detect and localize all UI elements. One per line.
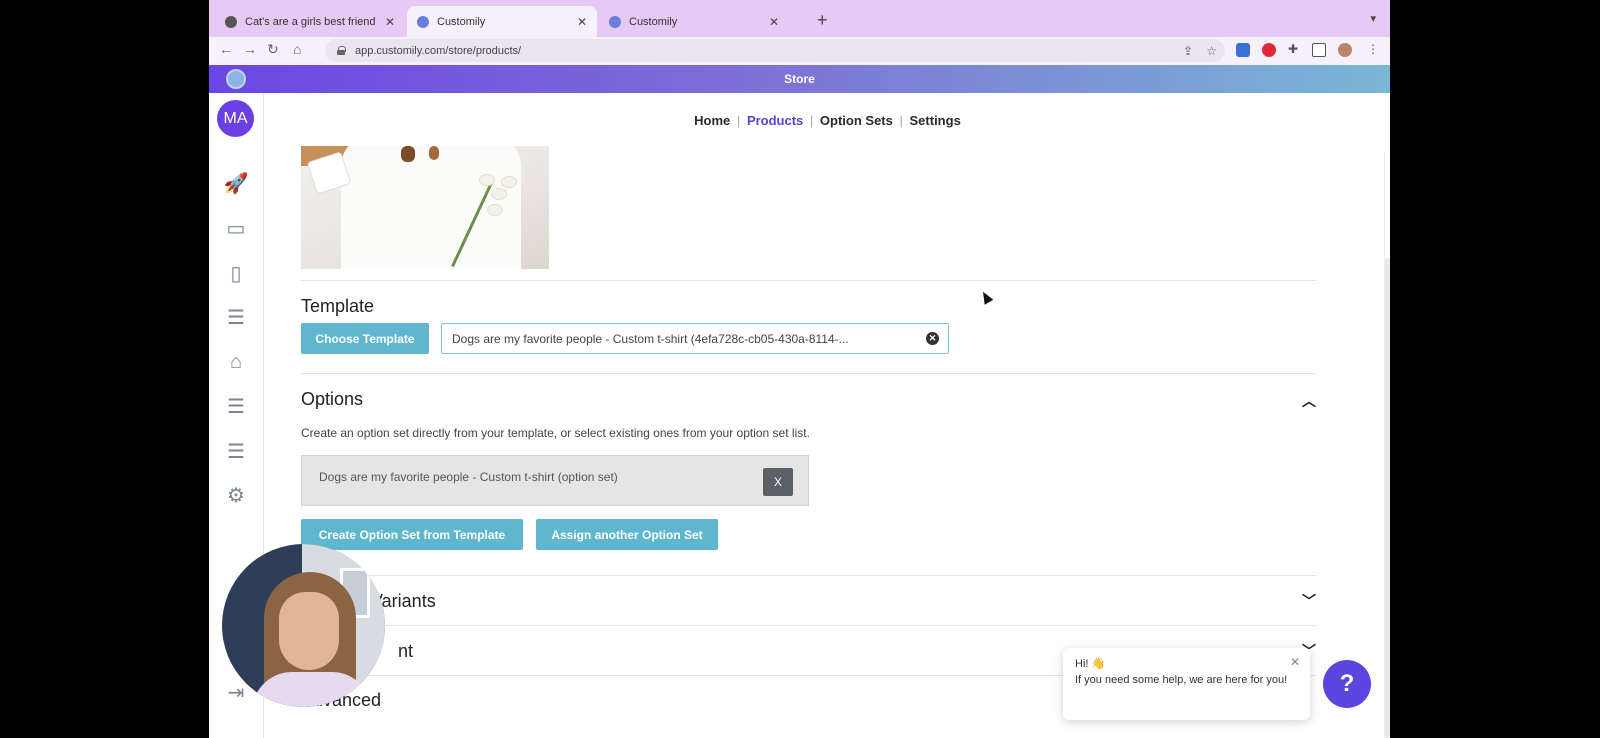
template-selected-value: Dogs are my favorite people - Custom t-s… — [452, 331, 849, 346]
chat-popup: Hi! 👋 If you need some help, we are here… — [1063, 648, 1310, 720]
nav-home[interactable]: Home — [694, 113, 730, 128]
share-icon[interactable]: ⇪ — [1183, 44, 1193, 58]
rocket-beta-icon[interactable]: 🚀 — [223, 170, 249, 196]
variants-expand-chevron-down-icon[interactable]: ﹀ — [1302, 591, 1316, 611]
store-nav: Home | Products | Option Sets | Settings — [265, 113, 1390, 128]
user-avatar[interactable]: MA — [217, 100, 254, 137]
divider — [301, 280, 1316, 281]
orders-list-icon[interactable]: ☰ — [223, 393, 249, 419]
pinterest-extension-icon[interactable] — [1262, 43, 1276, 57]
close-chat-icon[interactable]: ✕ — [1290, 654, 1300, 670]
divider — [301, 373, 1316, 374]
chat-message: If you need some help, we are here for y… — [1075, 674, 1288, 686]
assigned-option-set: Dogs are my favorite people - Custom t-s… — [301, 455, 809, 506]
tab-customily[interactable]: Customily ✕ — [599, 6, 789, 37]
translate-extension-icon[interactable] — [1236, 43, 1250, 57]
reload-icon[interactable]: ↻ — [267, 41, 279, 58]
customily-favicon-icon — [609, 15, 621, 28]
chat-greeting: Hi! 👋 — [1075, 658, 1106, 670]
tab-customily-active[interactable]: Customily ✕ — [407, 6, 597, 37]
nav-separator: | — [899, 113, 903, 128]
customily-favicon-icon — [417, 15, 429, 28]
new-tab-button[interactable]: + — [817, 10, 828, 31]
tab-title: Customily — [629, 15, 678, 28]
app-header: Store — [209, 65, 1390, 93]
close-tab-icon[interactable]: ✕ — [577, 15, 587, 29]
choose-template-button[interactable]: Choose Template — [301, 323, 429, 354]
product-image — [301, 146, 549, 269]
nav-separator: | — [736, 113, 741, 128]
options-collapse-chevron-up-icon[interactable]: ︿ — [1302, 391, 1316, 411]
nav-settings[interactable]: Settings — [910, 113, 961, 128]
partial-section-title[interactable]: nt — [398, 641, 413, 662]
option-list-icon[interactable]: ☰ — [223, 438, 249, 464]
profile-avatar[interactable] — [1338, 43, 1352, 57]
address-bar[interactable]: app.customily.com/store/products/ ⇪ ☆ — [325, 39, 1225, 62]
book-icon[interactable]: ▯ — [223, 260, 249, 286]
forward-arrow-icon[interactable]: → — [243, 41, 257, 57]
back-arrow-icon[interactable]: ← — [219, 41, 233, 57]
bookmark-star-icon[interactable]: ☆ — [1206, 44, 1217, 58]
lock-icon — [337, 46, 346, 55]
settings-gear-icon[interactable]: ⚙ — [223, 482, 249, 508]
options-section-title: Options — [301, 389, 364, 409]
main-content: Home | Products | Option Sets | Settings… — [265, 93, 1390, 738]
side-panel-icon[interactable] — [1312, 43, 1326, 57]
options-help-text: Create an option set directly from your … — [301, 426, 810, 440]
help-chat-button[interactable]: ? — [1323, 660, 1371, 708]
browser-toolbar: ← → ↻ ⌂ app.customily.com/store/products… — [209, 37, 1390, 65]
assigned-option-set-label: Dogs are my favorite people - Custom t-s… — [319, 470, 618, 484]
url-text: app.customily.com/store/products/ — [355, 44, 522, 57]
tab-title: Cat's are a girls best friend - C — [245, 15, 379, 28]
globe-icon — [225, 15, 237, 28]
tab-title: Customily — [437, 15, 486, 28]
browser-window: Cat's are a girls best friend - C ✕ Cust… — [209, 0, 1390, 738]
nav-separator: | — [809, 113, 814, 128]
tab-cats[interactable]: Cat's are a girls best friend - C ✕ — [215, 6, 405, 37]
store-icon[interactable]: ⌂ — [223, 349, 249, 375]
extensions-puzzle-icon[interactable]: ✚ — [1288, 42, 1298, 56]
close-tab-icon[interactable]: ✕ — [385, 15, 395, 29]
home-icon[interactable]: ⌂ — [293, 41, 301, 57]
tab-strip: Cat's are a girls best friend - C ✕ Cust… — [209, 0, 1390, 37]
nav-products[interactable]: Products — [747, 113, 803, 128]
assign-option-set-button[interactable]: Assign another Option Set — [536, 519, 718, 550]
list-icon[interactable]: ☰ — [223, 304, 249, 330]
scrollbar-thumb[interactable] — [1385, 258, 1390, 738]
remove-option-set-button[interactable]: X — [763, 468, 793, 496]
nav-option-sets[interactable]: Option Sets — [820, 113, 893, 128]
template-section-title: Template — [301, 296, 375, 316]
tab-search-chevron-icon[interactable]: ▾ — [1370, 12, 1376, 25]
browser-menu-icon[interactable]: ⋮ — [1367, 42, 1379, 56]
template-selected-field[interactable]: Dogs are my favorite people - Custom t-s… — [441, 323, 949, 354]
clear-template-icon[interactable]: ✕ — [926, 332, 939, 345]
designer-monitor-icon[interactable]: ▭ — [223, 215, 249, 241]
app-header-title: Store — [784, 72, 815, 86]
webcam-overlay — [222, 544, 385, 707]
divider — [301, 575, 1316, 576]
close-tab-icon[interactable]: ✕ — [769, 15, 779, 29]
divider — [301, 625, 1316, 626]
